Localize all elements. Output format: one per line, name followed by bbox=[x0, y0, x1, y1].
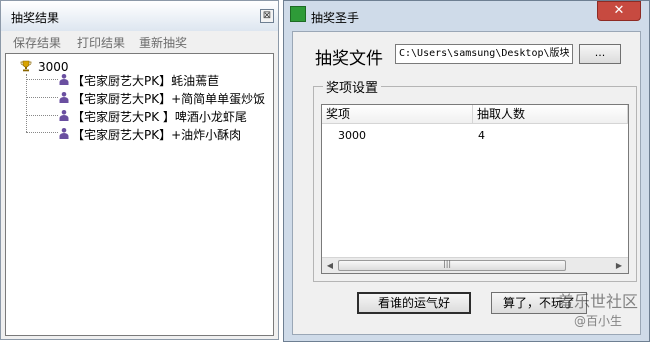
tree-child-label[interactable]: 【宅家厨艺大PK 】啤酒小龙虾尾 bbox=[72, 108, 247, 125]
results-window: 抽奖结果 ⊠ 保存结果 打印结果 重新抽奖 3000 【宅家厨艺大PK】蚝油蔫苣… bbox=[0, 0, 279, 340]
save-results-button[interactable]: 保存结果 bbox=[13, 34, 61, 51]
tree-child-label[interactable]: 【宅家厨艺大PK】+简简单单蛋炒饭 bbox=[72, 90, 265, 107]
browse-button[interactable]: ... bbox=[579, 44, 621, 64]
tree-connector bbox=[26, 97, 58, 98]
scroll-left-icon[interactable]: ◀ bbox=[323, 259, 337, 272]
redraw-button[interactable]: 重新抽奖 bbox=[139, 34, 187, 51]
horizontal-scrollbar[interactable]: ◀ ||| ▶ bbox=[322, 257, 628, 273]
file-label: 抽奖文件 bbox=[315, 49, 383, 69]
tree-root-label[interactable]: 3000 bbox=[38, 60, 69, 74]
draw-lottery-button[interactable]: 看谁的运气好 bbox=[357, 292, 471, 314]
scroll-right-icon[interactable]: ▶ bbox=[612, 259, 626, 272]
results-tree[interactable]: 3000 【宅家厨艺大PK】蚝油蔫苣 【宅家厨艺大PK】+简简单单蛋炒饭 【宅家… bbox=[5, 53, 274, 336]
table-cell-prize[interactable]: 3000 bbox=[338, 129, 366, 142]
file-path-input[interactable]: C:\Users\samsung\Desktop\版块 bbox=[395, 44, 573, 64]
scrollbar-thumb[interactable]: ||| bbox=[338, 259, 566, 271]
table-cell-count[interactable]: 4 bbox=[478, 129, 485, 142]
person-icon bbox=[59, 110, 69, 121]
prize-list[interactable]: 奖项 抽取人数 3000 4 ◀ ||| ▶ bbox=[321, 104, 629, 274]
results-close-button[interactable]: ⊠ bbox=[260, 9, 274, 23]
tree-child-label[interactable]: 【宅家厨艺大PK】+油炸小酥肉 bbox=[72, 126, 241, 143]
prize-settings-label: 奖项设置 bbox=[323, 77, 382, 96]
tree-connector bbox=[26, 132, 58, 133]
tree-connector bbox=[26, 115, 58, 116]
grip-icon: ||| bbox=[443, 259, 452, 268]
trophy-icon bbox=[20, 60, 32, 72]
tree-connector bbox=[26, 74, 27, 132]
results-title-bar[interactable]: 抽奖结果 ⊠ bbox=[1, 1, 278, 31]
person-icon bbox=[59, 128, 69, 139]
watermark-author: @百小生 bbox=[574, 314, 623, 328]
tree-child-label[interactable]: 【宅家厨艺大PK】蚝油蔫苣 bbox=[72, 72, 219, 89]
person-icon bbox=[59, 74, 69, 85]
app-icon bbox=[290, 6, 306, 22]
print-results-button[interactable]: 打印结果 bbox=[77, 34, 125, 51]
tree-connector bbox=[26, 79, 58, 80]
lottery-close-button[interactable]: ✕ bbox=[597, 1, 641, 21]
lottery-window-title: 抽奖圣手 bbox=[311, 11, 360, 25]
results-window-title: 抽奖结果 bbox=[11, 11, 60, 25]
person-icon bbox=[59, 92, 69, 103]
column-header-prize[interactable]: 奖项 bbox=[322, 105, 473, 124]
watermark-text: 羞乐世社区 bbox=[558, 292, 639, 311]
results-toolbar: 保存结果 打印结果 重新抽奖 bbox=[5, 31, 276, 51]
column-header-count[interactable]: 抽取人数 bbox=[473, 105, 628, 124]
